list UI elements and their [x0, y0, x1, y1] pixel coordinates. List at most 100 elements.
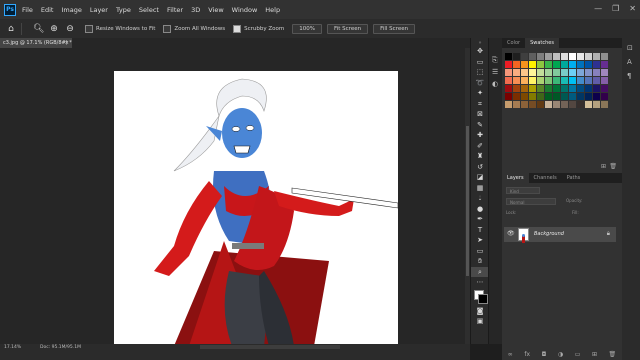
- pen-tool-icon[interactable]: ✒: [471, 214, 489, 225]
- menu-3d[interactable]: 3D: [191, 6, 200, 14]
- color-swatch[interactable]: [561, 53, 568, 60]
- minimize-button[interactable]: —: [594, 4, 602, 13]
- color-swatch[interactable]: [537, 85, 544, 92]
- color-swatch[interactable]: [521, 53, 528, 60]
- zoom-level[interactable]: 17.14%: [4, 345, 21, 350]
- color-swatch[interactable]: [529, 85, 536, 92]
- blend-mode-select[interactable]: Normal: [506, 198, 556, 205]
- layer-name[interactable]: Background: [534, 227, 564, 242]
- menu-view[interactable]: View: [208, 6, 223, 14]
- color-swatch[interactable]: [537, 77, 544, 84]
- color-swatch[interactable]: [513, 93, 520, 100]
- color-swatch[interactable]: [577, 77, 584, 84]
- color-swatch[interactable]: [553, 93, 560, 100]
- color-swatch[interactable]: [545, 85, 552, 92]
- color-swatch[interactable]: [537, 69, 544, 76]
- marquee-tool-icon[interactable]: ⬚: [471, 67, 489, 78]
- new-layer-icon[interactable]: ⊞: [592, 351, 597, 358]
- color-swatch[interactable]: [593, 85, 600, 92]
- shape-tool-icon[interactable]: ▭: [471, 246, 489, 257]
- color-swatch[interactable]: [585, 101, 592, 108]
- color-swatch[interactable]: [529, 53, 536, 60]
- menu-window[interactable]: Window: [232, 6, 258, 14]
- eyedropper-icon[interactable]: ✎: [471, 120, 489, 131]
- color-swatch[interactable]: [585, 53, 592, 60]
- color-swatch[interactable]: [553, 85, 560, 92]
- color-swatch[interactable]: [585, 69, 592, 76]
- character-icon[interactable]: A: [627, 58, 632, 66]
- zoom-out-icon[interactable]: ⊖: [65, 24, 75, 34]
- color-swatch[interactable]: [577, 101, 584, 108]
- lasso-tool-icon[interactable]: ➰: [471, 78, 489, 89]
- color-swatch[interactable]: [545, 53, 552, 60]
- color-swatch[interactable]: [569, 53, 576, 60]
- color-swatch[interactable]: [545, 61, 552, 68]
- document-size[interactable]: Doc: 95.1M/95.1M: [40, 345, 81, 350]
- adjustment-layer-icon[interactable]: ◑: [558, 351, 563, 358]
- color-swatch[interactable]: [569, 101, 576, 108]
- color-swatch[interactable]: [593, 93, 600, 100]
- color-swatch[interactable]: [593, 53, 600, 60]
- color-swatch[interactable]: [577, 69, 584, 76]
- color-swatch[interactable]: [553, 101, 560, 108]
- color-swatch[interactable]: [529, 93, 536, 100]
- close-window-button[interactable]: ✕: [629, 4, 636, 13]
- panel-collapse-icon[interactable]: »: [471, 38, 489, 46]
- zoom-tool-icon[interactable]: ⌕: [471, 266, 489, 277]
- visibility-eye-icon[interactable]: 👁︎: [507, 230, 515, 237]
- color-swatch[interactable]: [577, 61, 584, 68]
- color-swatch[interactable]: [513, 101, 520, 108]
- restore-button[interactable]: ❐: [612, 4, 619, 13]
- hand-tool-icon[interactable]: ✋︎: [471, 256, 489, 267]
- fill-screen-button[interactable]: Fill Screen: [373, 23, 416, 34]
- scrollbar-thumb[interactable]: [466, 126, 469, 276]
- healing-brush-icon[interactable]: ✚: [471, 130, 489, 141]
- tab-layers[interactable]: Layers: [502, 173, 529, 183]
- color-swatch[interactable]: [561, 69, 568, 76]
- color-swatch[interactable]: [561, 77, 568, 84]
- horizontal-scrollbar[interactable]: [200, 345, 340, 349]
- tab-swatches[interactable]: Swatches: [525, 38, 559, 48]
- color-swatch[interactable]: [529, 61, 536, 68]
- color-swatch[interactable]: [545, 101, 552, 108]
- quick-mask-icon[interactable]: ◙: [471, 306, 489, 317]
- clone-stamp-icon[interactable]: ♜: [471, 151, 489, 162]
- color-swatch[interactable]: [521, 101, 528, 108]
- color-swatch[interactable]: [585, 61, 592, 68]
- color-swatch[interactable]: [521, 77, 528, 84]
- color-swatch[interactable]: [545, 77, 552, 84]
- color-swatch[interactable]: [593, 61, 600, 68]
- libraries-icon[interactable]: ⊡: [627, 44, 633, 52]
- color-swatch[interactable]: [521, 69, 528, 76]
- color-swatch[interactable]: [553, 77, 560, 84]
- zoom-100-button[interactable]: 100%: [292, 23, 322, 34]
- color-swatch[interactable]: [569, 85, 576, 92]
- menu-image[interactable]: Image: [61, 6, 81, 14]
- color-swatch[interactable]: [505, 53, 512, 60]
- color-swatch[interactable]: [529, 69, 536, 76]
- dodge-tool-icon[interactable]: ●: [471, 204, 489, 215]
- group-icon[interactable]: ▭: [575, 351, 581, 358]
- color-swatch[interactable]: [561, 85, 568, 92]
- color-swatch[interactable]: [569, 93, 576, 100]
- canvas-area[interactable]: [0, 48, 465, 344]
- background-color[interactable]: [478, 293, 488, 304]
- document-canvas[interactable]: [114, 71, 398, 344]
- color-swatch[interactable]: [529, 77, 536, 84]
- artboard-tool-icon[interactable]: ▭: [471, 57, 489, 68]
- zoom-all-windows-checkbox[interactable]: Zoom All Windows: [163, 24, 225, 33]
- color-swatch[interactable]: [521, 85, 528, 92]
- color-swatch[interactable]: [561, 101, 568, 108]
- color-swatch[interactable]: [513, 77, 520, 84]
- paragraph-icon[interactable]: ¶: [627, 72, 631, 80]
- screen-mode-icon[interactable]: ▣: [471, 316, 489, 327]
- layer-kind-filter[interactable]: Kind: [506, 187, 540, 194]
- tab-paths[interactable]: Paths: [562, 173, 586, 183]
- frame-tool-icon[interactable]: ⊠: [471, 109, 489, 120]
- color-swatch[interactable]: [601, 101, 608, 108]
- layer-mask-icon[interactable]: ◘: [542, 351, 547, 358]
- color-swatches[interactable]: [471, 288, 489, 306]
- fit-screen-button[interactable]: Fit Screen: [326, 23, 369, 34]
- menu-type[interactable]: Type: [116, 6, 131, 14]
- color-swatch[interactable]: [545, 69, 552, 76]
